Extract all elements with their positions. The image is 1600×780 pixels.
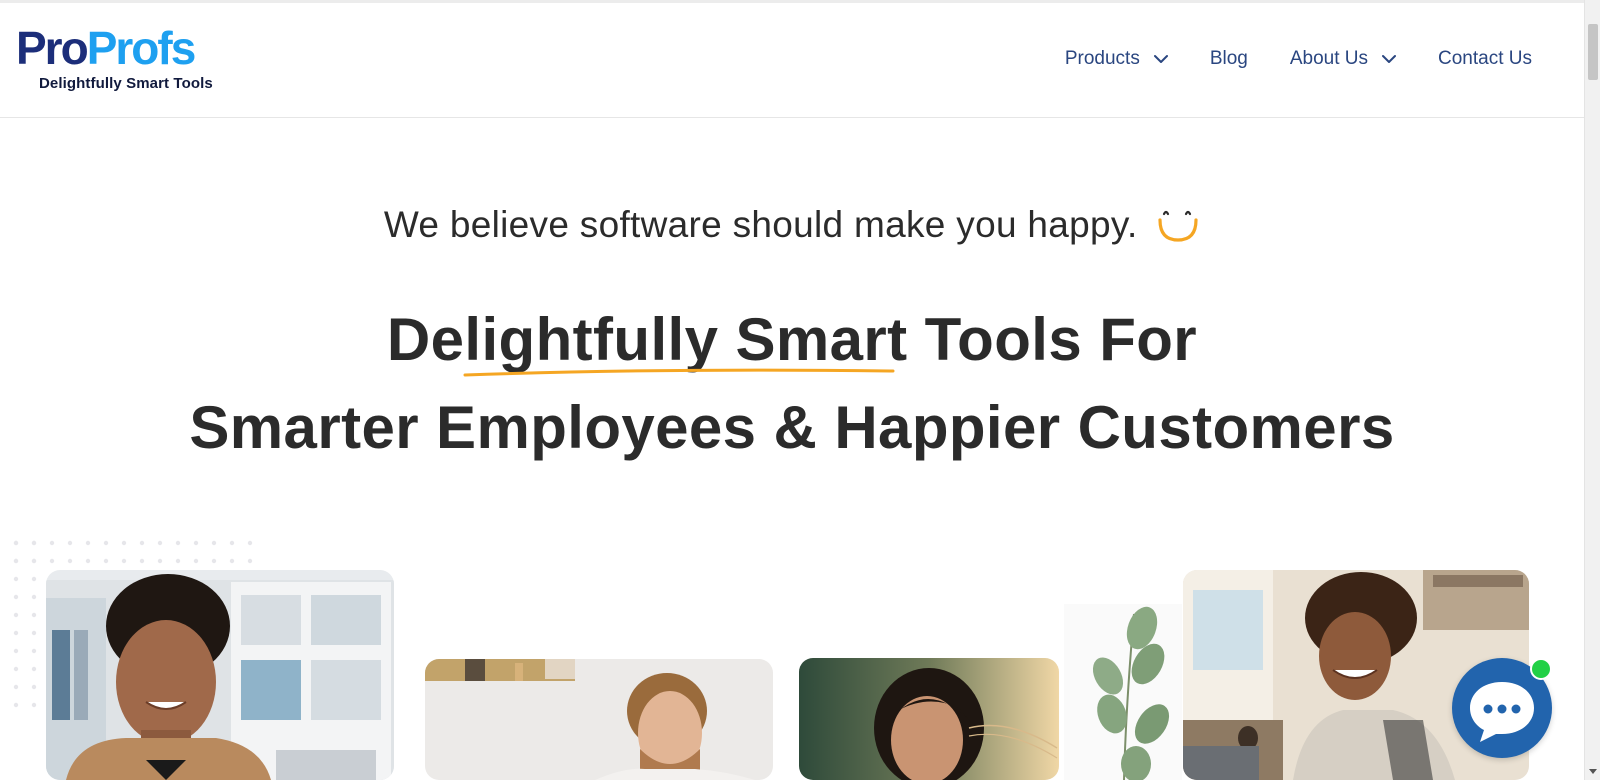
online-status-indicator xyxy=(1530,658,1552,680)
site-header: ProProfs Delightfully Smart Tools Produc… xyxy=(0,3,1584,118)
hero-headline: Delightfully Smart Tools For Smarter Emp… xyxy=(0,296,1584,472)
photo-card-woman-office xyxy=(46,570,394,780)
headline-underline-decoration xyxy=(463,368,895,377)
scrollbar-thumb[interactable] xyxy=(1588,24,1598,80)
logo-word-part1: Pro xyxy=(16,22,89,74)
page-scrollbar[interactable] xyxy=(1584,0,1600,780)
nav-item-label: About Us xyxy=(1289,48,1369,69)
smile-icon xyxy=(1156,204,1200,244)
hero-tagline: We believe software should make you happ… xyxy=(0,204,1584,247)
proprofs-logo[interactable]: ProProfs Delightfully Smart Tools xyxy=(16,25,246,97)
scroll-down-arrow-icon[interactable] xyxy=(1589,769,1597,774)
photo-card-woman-outdoor xyxy=(799,658,1059,780)
plant-leaves-decoration xyxy=(1064,604,1182,780)
nav-item-products[interactable]: Products xyxy=(1065,48,1168,70)
nav-item-label: Contact Us xyxy=(1438,48,1532,69)
nav-item-label: Products xyxy=(1064,48,1140,69)
logo-word-part2: Profs xyxy=(86,22,197,74)
hero-headline-line2: Smarter Employees & Happier Customers xyxy=(189,394,1395,461)
logo-tagline: Delightfully Smart Tools xyxy=(39,75,213,92)
chevron-down-icon xyxy=(1153,52,1168,66)
main-nav: Products Blog About Us Contact Us xyxy=(1065,48,1532,70)
chevron-down-icon xyxy=(1382,52,1397,66)
photo-card-man-smiling xyxy=(425,659,773,780)
nav-item-about-us[interactable]: About Us xyxy=(1289,48,1397,70)
hero-tagline-text: We believe software should make you happ… xyxy=(383,204,1138,245)
nav-item-contact-us[interactable]: Contact Us xyxy=(1438,48,1532,70)
logo-wordmark: ProProfs xyxy=(16,25,246,71)
nav-item-label: Blog xyxy=(1209,48,1248,69)
nav-item-blog[interactable]: Blog xyxy=(1210,48,1248,70)
